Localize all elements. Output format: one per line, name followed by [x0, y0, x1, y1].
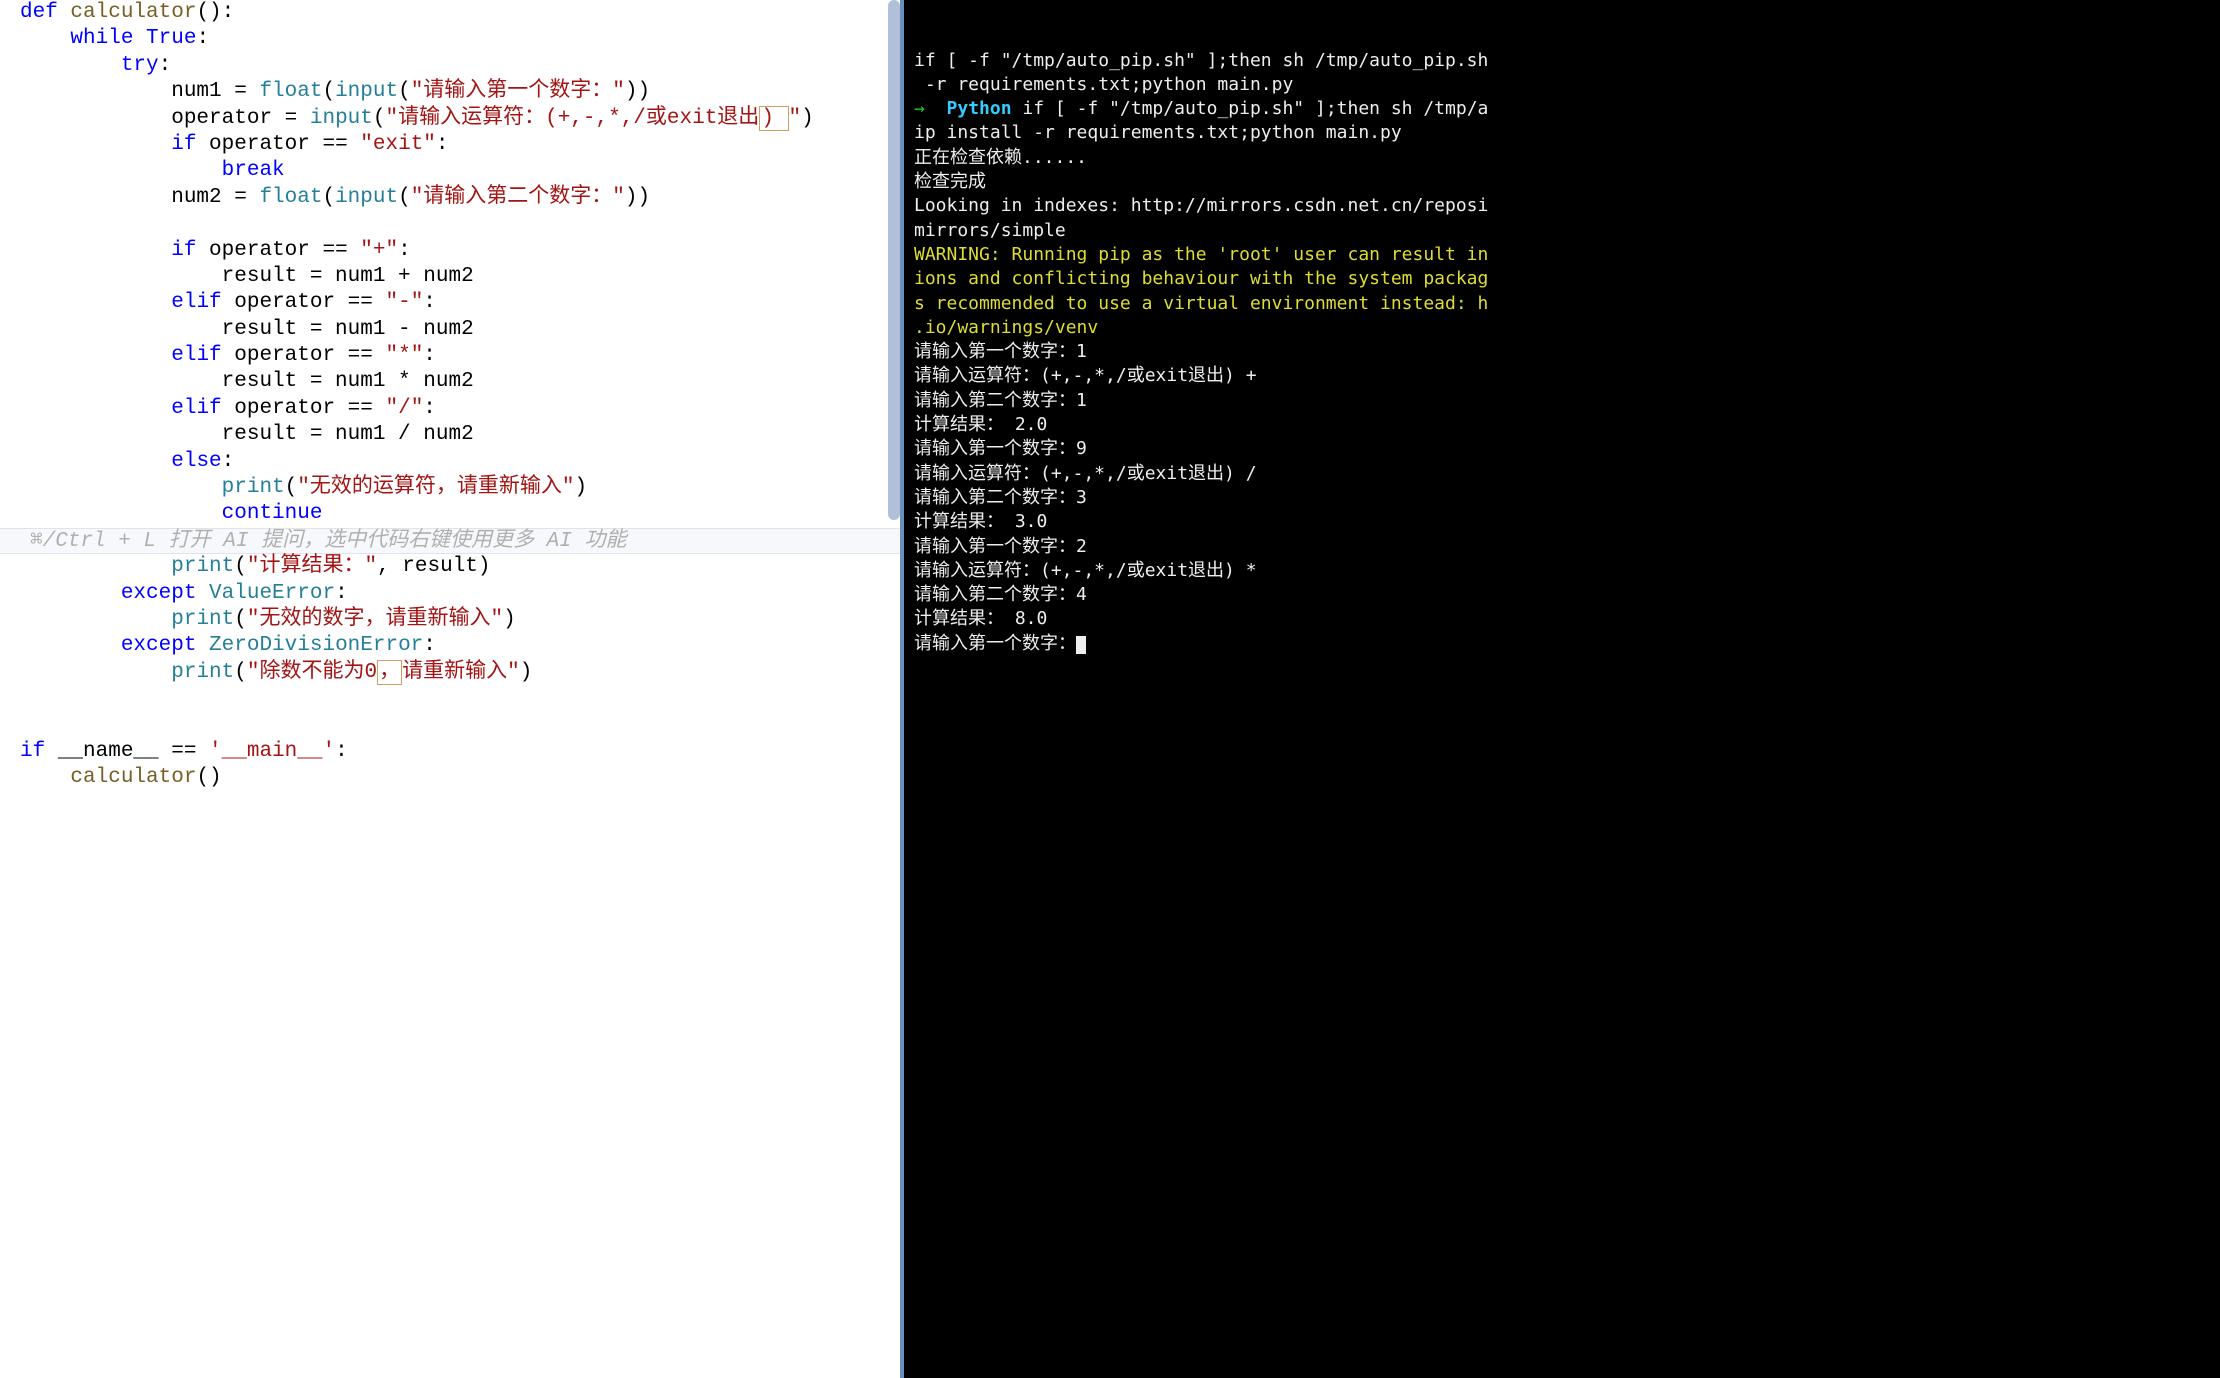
terminal-line: 请输入第二个数字：1 — [914, 389, 2210, 413]
code-line[interactable]: print("无效的运算符，请重新输入") — [0, 475, 900, 501]
terminal-line: s recommended to use a virtual environme… — [914, 292, 2210, 316]
terminal-line: mirrors/simple — [914, 219, 2210, 243]
code-line[interactable] — [0, 211, 900, 237]
code-line[interactable] — [0, 713, 900, 739]
code-line[interactable]: result = num1 * num2 — [0, 369, 900, 395]
terminal-line: ions and conflicting behaviour with the … — [914, 267, 2210, 291]
code-line[interactable]: continue — [0, 501, 900, 527]
code-line[interactable]: if operator == "exit": — [0, 132, 900, 158]
code-line[interactable]: print("除数不能为0，请重新输入") — [0, 660, 900, 686]
terminal-line: 计算结果： 2.0 — [914, 413, 2210, 437]
terminal-line: if [ -f "/tmp/auto_pip.sh" ];then sh /tm… — [914, 49, 2210, 73]
code-line[interactable]: try: — [0, 53, 900, 79]
terminal-line: 请输入第一个数字： — [914, 632, 2210, 656]
terminal-line: -r requirements.txt;python main.py — [914, 73, 2210, 97]
terminal-content[interactable]: if [ -f "/tmp/auto_pip.sh" ];then sh /tm… — [914, 49, 2210, 656]
code-line[interactable]: except ZeroDivisionError: — [0, 633, 900, 659]
code-line[interactable]: result = num1 - num2 — [0, 317, 900, 343]
terminal-line: 请输入运算符：(+,-,*,/或exit退出) * — [914, 559, 2210, 583]
code-line[interactable] — [0, 686, 900, 712]
terminal-line: 计算结果： 8.0 — [914, 607, 2210, 631]
code-line[interactable]: calculator() — [0, 765, 900, 791]
code-line[interactable]: num2 = float(input("请输入第二个数字：")) — [0, 185, 900, 211]
code-editor-pane[interactable]: def calculator(): while True: try: num1 … — [0, 0, 900, 1378]
terminal-line: ip install -r requirements.txt;python ma… — [914, 121, 2210, 145]
terminal-line: 检查完成 — [914, 170, 2210, 194]
code-line[interactable]: break — [0, 158, 900, 184]
code-line[interactable]: result = num1 + num2 — [0, 264, 900, 290]
code-line[interactable]: def calculator(): — [0, 0, 900, 26]
code-line[interactable]: result = num1 / num2 — [0, 422, 900, 448]
terminal-line: 请输入第二个数字：3 — [914, 486, 2210, 510]
terminal-line: 请输入第一个数字：1 — [914, 340, 2210, 364]
code-line[interactable]: except ValueError: — [0, 581, 900, 607]
terminal-line: 请输入第二个数字：4 — [914, 583, 2210, 607]
terminal-line: .io/warnings/venv — [914, 316, 2210, 340]
terminal-line: WARNING: Running pip as the 'root' user … — [914, 243, 2210, 267]
terminal-line: 请输入运算符：(+,-,*,/或exit退出) + — [914, 364, 2210, 388]
terminal-line: Looking in indexes: http://mirrors.csdn.… — [914, 194, 2210, 218]
code-line[interactable]: print("计算结果：", result) — [0, 554, 900, 580]
code-line[interactable]: else: — [0, 449, 900, 475]
code-content[interactable]: def calculator(): while True: try: num1 … — [0, 0, 900, 792]
terminal-line: 请输入运算符：(+,-,*,/或exit退出) / — [914, 462, 2210, 486]
code-line[interactable]: elif operator == "/": — [0, 396, 900, 422]
terminal-pane[interactable]: if [ -f "/tmp/auto_pip.sh" ];then sh /tm… — [900, 0, 2220, 1378]
code-line[interactable]: operator = input("请输入运算符：(+,-,*,/或exit退出… — [0, 106, 900, 132]
code-line[interactable]: if __name__ == '__main__': — [0, 739, 900, 765]
code-line[interactable]: while True: — [0, 26, 900, 52]
code-line[interactable]: elif operator == "-": — [0, 290, 900, 316]
terminal-line: 计算结果： 3.0 — [914, 510, 2210, 534]
terminal-line: 请输入第一个数字：9 — [914, 437, 2210, 461]
code-line[interactable]: print("无效的数字，请重新输入") — [0, 607, 900, 633]
code-line[interactable]: num1 = float(input("请输入第一个数字：")) — [0, 79, 900, 105]
editor-scrollbar-thumb[interactable] — [888, 0, 900, 520]
code-line[interactable]: if operator == "+": — [0, 238, 900, 264]
terminal-line: → Python if [ -f "/tmp/auto_pip.sh" ];th… — [914, 97, 2210, 121]
terminal-line: 正在检查依赖...... — [914, 146, 2210, 170]
terminal-line: 请输入第一个数字：2 — [914, 535, 2210, 559]
code-line[interactable]: elif operator == "*": — [0, 343, 900, 369]
terminal-cursor — [1076, 636, 1086, 654]
ai-hint-line: ⌘/Ctrl + L 打开 AI 提问，选中代码右键使用更多 AI 功能 — [0, 528, 900, 554]
